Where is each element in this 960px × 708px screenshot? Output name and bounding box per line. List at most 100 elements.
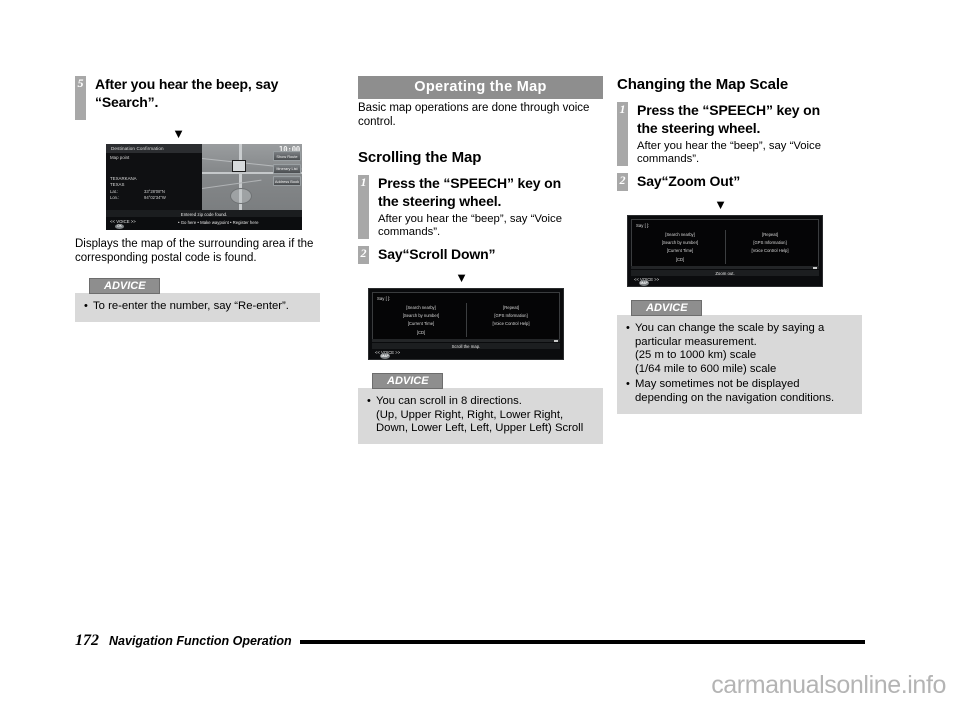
voice-options-list: • Go here • Make waypoint • Register her… bbox=[178, 220, 259, 225]
ok-button[interactable]: OK bbox=[115, 224, 124, 229]
destination-confirmation-screenshot: 10:00 Destination Confirmation Map point… bbox=[106, 144, 302, 230]
site-watermark: carmanualsonline.info bbox=[711, 671, 946, 699]
command-item[interactable]: [GPS Information] bbox=[467, 312, 555, 320]
advice-box-3: ADVICE You can change the scale by sayin… bbox=[617, 298, 862, 414]
destination-city: TEXARKANA bbox=[110, 176, 137, 181]
command-item[interactable]: [Voice Control Help] bbox=[467, 320, 555, 328]
step-title: Say“Scroll Down” bbox=[378, 246, 496, 262]
step-number: 1 bbox=[619, 102, 626, 116]
map-cursor-icon bbox=[232, 160, 246, 172]
say-prompt-label: Say [ ]: bbox=[377, 296, 391, 301]
command-item[interactable]: [Search nearby] bbox=[636, 231, 724, 239]
scrollbar[interactable] bbox=[372, 339, 560, 342]
coordinates: Lat.: 33°28'08"N Lon.: 94°02'34"W bbox=[110, 189, 200, 200]
flow-arrow: ▼ bbox=[172, 126, 185, 141]
step-number: 1 bbox=[360, 175, 367, 189]
show-route-button[interactable]: Show Route bbox=[273, 151, 301, 161]
left-command-column: [Search nearby] [Search by number] [Curr… bbox=[377, 304, 465, 337]
advice-body: To re-enter the number, say “Re-enter”. bbox=[75, 293, 320, 322]
step-body-text: After you hear the “beep”, say “Voice co… bbox=[637, 140, 821, 165]
longitude-label: Lon.: bbox=[110, 194, 120, 200]
address-book-button[interactable]: Address Book bbox=[273, 176, 301, 186]
scrollbar-thumb[interactable] bbox=[554, 339, 558, 342]
step-title-line2: the steering wheel. bbox=[637, 119, 761, 136]
subsection-heading-scrolling: Scrolling the Map bbox=[358, 149, 482, 166]
column-middle: Operating the Map Basic map operations a… bbox=[358, 76, 603, 444]
left-command-column: [Search nearby] [Search by number] [Curr… bbox=[636, 231, 724, 264]
manual-page: 5 After you hear the beep, say “Search”.… bbox=[0, 0, 960, 708]
step-title-line1: Press the “SPEECH” key on bbox=[378, 175, 561, 191]
step-2-zoom: 2 Say“Zoom Out” bbox=[617, 173, 862, 191]
command-item[interactable]: [Search nearby] bbox=[377, 304, 465, 312]
step-number: 5 bbox=[77, 76, 84, 90]
screen-button-group: Show Route Itinerary List Address Book bbox=[273, 151, 301, 189]
step-title-line2: “Search”. bbox=[95, 93, 159, 110]
step-title-line1: Press the “SPEECH” key on bbox=[637, 102, 820, 118]
scrollbar-thumb[interactable] bbox=[813, 266, 817, 269]
advice-body: You can scroll in 8 directions. (Up, Upp… bbox=[358, 388, 603, 444]
step-1-scroll: 1 Press the “SPEECH” key on the steering… bbox=[358, 175, 603, 239]
page-number: 172 bbox=[75, 632, 99, 649]
column-right: Changing the Map Scale 1 Press the “SPEE… bbox=[617, 76, 862, 414]
voice-bar: << VOICE >> MAP bbox=[372, 349, 560, 359]
right-command-column: [Repeat] [GPS Information] [Voice Contro… bbox=[726, 231, 814, 256]
step-1-zoom: 1 Press the “SPEECH” key on the steering… bbox=[617, 102, 862, 166]
flow-arrow: ▼ bbox=[714, 197, 727, 212]
advice-box-2: ADVICE You can scroll in 8 directions. (… bbox=[358, 371, 603, 444]
advice-item: To re-enter the number, say “Re-enter”. bbox=[84, 300, 311, 314]
step-number: 2 bbox=[360, 246, 367, 260]
panel-title: Destination Confirmation bbox=[106, 144, 202, 153]
command-item[interactable]: [Voice Control Help] bbox=[726, 247, 814, 255]
flow-arrow: ▼ bbox=[455, 270, 468, 285]
command-item[interactable]: [Current Time] bbox=[377, 320, 465, 328]
step-5: 5 After you hear the beep, say “Search”. bbox=[75, 76, 320, 120]
command-item[interactable]: [GPS Information] bbox=[726, 239, 814, 247]
road-diagonal-2 bbox=[201, 179, 262, 189]
advice-item-sub: (Up, Upper Right, Right, Lower Right, Do… bbox=[376, 408, 584, 435]
section-lead-text: Basic map operations are done through vo… bbox=[358, 102, 590, 128]
voice-indicator-label: << VOICE >> bbox=[110, 219, 136, 224]
voice-bar: << VOICE >> OK • Go here • Make waypoint… bbox=[106, 217, 302, 230]
running-title: Navigation Function Operation bbox=[109, 634, 292, 648]
say-prompt-label: Say [ ]: bbox=[636, 223, 650, 228]
itinerary-list-button[interactable]: Itinerary List bbox=[273, 163, 301, 174]
command-item[interactable]: [CD] bbox=[636, 256, 724, 264]
intersection-marker bbox=[230, 188, 252, 204]
destination-city-state: TEXARKANA TEXAS bbox=[110, 176, 137, 187]
right-command-column: [Repeat] [GPS Information] [Voice Contro… bbox=[467, 304, 555, 329]
advice-item: May sometimes not be displayed depending… bbox=[626, 378, 853, 405]
command-item[interactable]: [Current Time] bbox=[636, 247, 724, 255]
command-item[interactable]: [Search by number] bbox=[636, 239, 724, 247]
step-2-scroll: 2 Say“Scroll Down” bbox=[358, 246, 603, 264]
step-title-line1: After you hear the beep, say bbox=[95, 76, 279, 92]
scrollbar[interactable] bbox=[631, 266, 819, 269]
voice-command-scroll-screenshot: Say [ ]: [Search nearby] [Search by numb… bbox=[368, 288, 564, 360]
command-item[interactable]: [Repeat] bbox=[726, 231, 814, 239]
step-number: 2 bbox=[619, 173, 626, 187]
step-title: Press the “SPEECH” key on the steering w… bbox=[637, 102, 862, 137]
advice-item: You can scroll in 8 directions. (Up, Upp… bbox=[367, 395, 594, 436]
command-list-frame: Say [ ]: [Search nearby] [Search by numb… bbox=[631, 219, 819, 269]
advice-item-text: You can scroll in 8 directions. bbox=[376, 395, 522, 407]
section-title-banner: Operating the Map bbox=[358, 76, 603, 99]
voice-command-zoom-screenshot: Say [ ]: [Search nearby] [Search by numb… bbox=[627, 215, 823, 287]
step-body-text: After you hear the “beep”, say “Voice co… bbox=[378, 213, 562, 238]
map-button[interactable]: MAP bbox=[639, 280, 649, 286]
step-title: After you hear the beep, say “Search”. bbox=[95, 76, 320, 111]
advice-tag: ADVICE bbox=[89, 278, 160, 294]
command-item[interactable]: [CD] bbox=[377, 329, 465, 337]
advice-item-text: You can change the scale by saying a par… bbox=[635, 322, 825, 348]
command-item[interactable]: [Repeat] bbox=[467, 304, 555, 312]
advice-tag: ADVICE bbox=[372, 373, 443, 389]
page-footer: 172 Navigation Function Operation bbox=[75, 632, 865, 650]
step-title-line2: the steering wheel. bbox=[378, 192, 502, 209]
footer-rule bbox=[299, 640, 865, 644]
longitude-value: 94°02'34"W bbox=[144, 194, 166, 200]
voice-bar: << VOICE >> MAP bbox=[631, 276, 819, 286]
map-button[interactable]: MAP bbox=[380, 353, 390, 359]
advice-body: You can change the scale by saying a par… bbox=[617, 315, 862, 414]
command-item[interactable]: [Search by number] bbox=[377, 312, 465, 320]
column-left: 5 After you hear the beep, say “Search”.… bbox=[75, 76, 320, 322]
advice-item-sub2: (1/64 mile to 600 mile) scale bbox=[635, 362, 777, 375]
panel-subtitle: Map point bbox=[110, 155, 130, 160]
